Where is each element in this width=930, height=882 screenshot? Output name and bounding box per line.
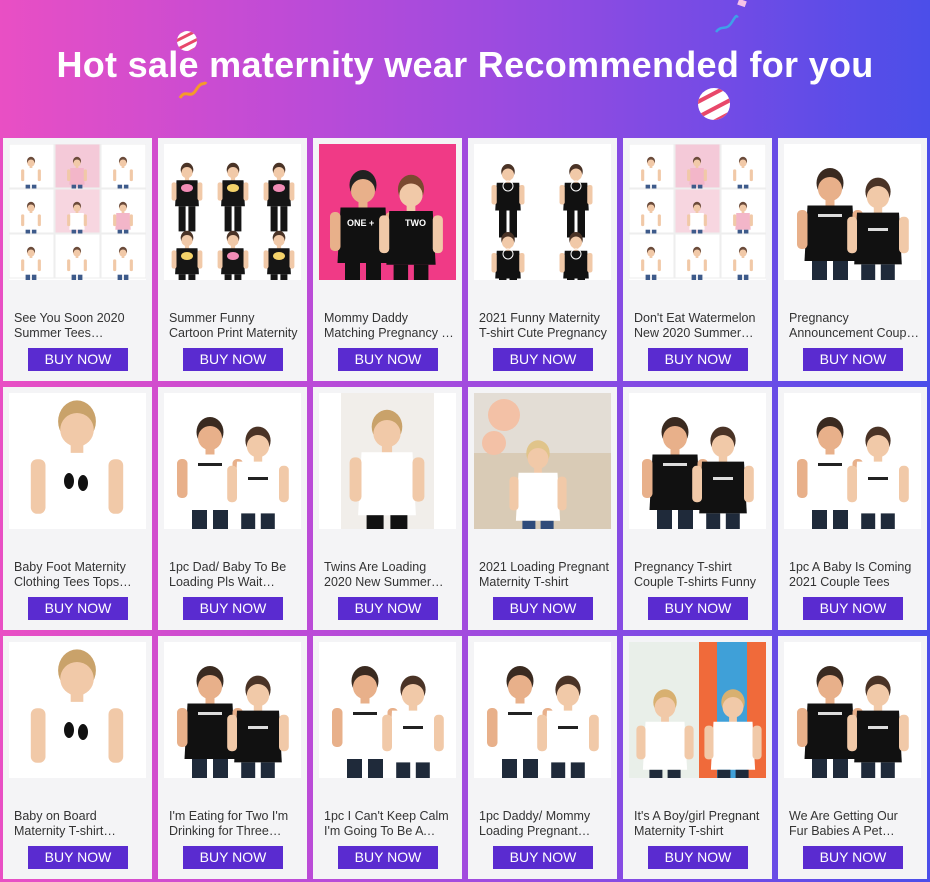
product-title[interactable]: 1pc Dad/ Baby To Be Loading Pls Wait Cou… <box>169 560 299 590</box>
buy-now-button[interactable]: BUY NOW <box>28 846 128 869</box>
buy-now-button[interactable]: BUY NOW <box>803 348 903 371</box>
product-title[interactable]: We Are Getting Our Fur Babies A Pet Mate… <box>789 809 919 839</box>
product-card[interactable]: 1pc I Can't Keep Calm I'm Going To Be A … <box>313 636 462 879</box>
product-image[interactable]: ONE + TWO <box>319 144 456 280</box>
buy-now-button[interactable]: BUY NOW <box>493 597 593 620</box>
product-title[interactable]: Summer Funny Cartoon Print Maternity <box>169 311 299 341</box>
product-image[interactable] <box>474 144 611 280</box>
product-card[interactable]: 2021 Loading Pregnant Maternity T-shirt B… <box>468 387 617 630</box>
product-image[interactable] <box>784 642 921 778</box>
product-card[interactable]: Summer Funny Cartoon Print Maternity BUY … <box>158 138 307 381</box>
buy-now-button[interactable]: BUY NOW <box>183 348 283 371</box>
product-title[interactable]: Baby Foot Maternity Clothing Tees Tops P… <box>14 560 144 590</box>
product-image[interactable] <box>164 393 301 529</box>
product-title[interactable]: I'm Eating for Two I'm Drinking for Thre… <box>169 809 299 839</box>
svg-text:ONE +: ONE + <box>347 218 374 228</box>
buy-now-button[interactable]: BUY NOW <box>493 348 593 371</box>
buy-now-button[interactable]: BUY NOW <box>183 846 283 869</box>
product-image[interactable] <box>319 393 456 529</box>
buy-now-button[interactable]: BUY NOW <box>338 846 438 869</box>
product-title[interactable]: 2021 Loading Pregnant Maternity T-shirt <box>479 560 609 590</box>
confetti-icon <box>737 0 747 8</box>
product-title[interactable]: Don't Eat Watermelon New 2020 Summer Tee… <box>634 311 764 341</box>
buy-now-button[interactable]: BUY NOW <box>338 348 438 371</box>
buy-now-button[interactable]: BUY NOW <box>648 846 748 869</box>
product-title[interactable]: Pregnancy Announcement Couple Tees <box>789 311 919 341</box>
product-card[interactable]: Twins Are Loading 2020 New Summer Tees BU… <box>313 387 462 630</box>
product-image[interactable] <box>474 642 611 778</box>
product-image[interactable] <box>474 393 611 529</box>
product-image[interactable] <box>9 393 146 529</box>
product-title[interactable]: Twins Are Loading 2020 New Summer Tees <box>324 560 454 590</box>
buy-now-button[interactable]: BUY NOW <box>493 846 593 869</box>
product-image[interactable] <box>164 144 301 280</box>
buy-now-button[interactable]: BUY NOW <box>803 846 903 869</box>
product-card[interactable]: Baby on Board Maternity T-shirt Pregnanc… <box>3 636 152 879</box>
product-image[interactable] <box>9 642 146 778</box>
product-card[interactable]: 1pc A Baby Is Coming 2021 Couple Tees BUY… <box>778 387 927 630</box>
product-card[interactable]: It's A Boy/girl Pregnant Maternity T-shi… <box>623 636 772 879</box>
banner-header: Hot sale maternity wear Recommended for … <box>0 0 930 135</box>
product-title[interactable]: 1pc A Baby Is Coming 2021 Couple Tees <box>789 560 919 590</box>
product-image[interactable] <box>784 393 921 529</box>
product-card[interactable]: Baby Foot Maternity Clothing Tees Tops P… <box>3 387 152 630</box>
buy-now-button[interactable]: BUY NOW <box>338 597 438 620</box>
product-card[interactable]: 2021 Funny Maternity T-shirt Cute Pregna… <box>468 138 617 381</box>
product-image[interactable] <box>784 144 921 280</box>
product-image[interactable] <box>9 144 146 280</box>
product-card[interactable]: Don't Eat Watermelon New 2020 Summer Tee… <box>623 138 772 381</box>
buy-now-button[interactable]: BUY NOW <box>28 597 128 620</box>
product-image[interactable] <box>629 144 766 280</box>
product-title[interactable]: 2021 Funny Maternity T-shirt Cute Pregna… <box>479 311 609 341</box>
product-title[interactable]: Pregnancy T-shirt Couple T-shirts Funny <box>634 560 764 590</box>
buy-now-button[interactable]: BUY NOW <box>803 597 903 620</box>
buy-now-button[interactable]: BUY NOW <box>183 597 283 620</box>
product-image[interactable] <box>164 642 301 778</box>
page-title: Hot sale maternity wear Recommended for … <box>56 44 874 85</box>
product-title[interactable]: Mommy Daddy Matching Pregnancy T-shirt <box>324 311 454 341</box>
product-title[interactable]: See You Soon 2020 Summer Tees Maternity <box>14 311 144 341</box>
buy-now-button[interactable]: BUY NOW <box>648 348 748 371</box>
ribbon-icon <box>715 14 739 33</box>
svg-text:TWO: TWO <box>405 218 426 228</box>
product-card[interactable]: 1pc Dad/ Baby To Be Loading Pls Wait Cou… <box>158 387 307 630</box>
product-image[interactable] <box>629 642 766 778</box>
product-card[interactable]: We Are Getting Our Fur Babies A Pet Mate… <box>778 636 927 879</box>
striped-ball-icon <box>698 88 730 120</box>
product-grid: See You Soon 2020 Summer Tees Maternity B… <box>3 138 927 879</box>
product-card[interactable]: Pregnancy Announcement Couple Tees BUY NO… <box>778 138 927 381</box>
product-card[interactable]: See You Soon 2020 Summer Tees Maternity B… <box>3 138 152 381</box>
product-card[interactable]: ONE + TWO Mommy Daddy Matching Pregnancy T… <box>313 138 462 381</box>
product-title[interactable]: 1pc Daddy/ Mommy Loading Pregnant Couple <box>479 809 609 839</box>
product-title[interactable]: It's A Boy/girl Pregnant Maternity T-shi… <box>634 809 764 839</box>
product-title[interactable]: 1pc I Can't Keep Calm I'm Going To Be A … <box>324 809 454 839</box>
product-card[interactable]: I'm Eating for Two I'm Drinking for Thre… <box>158 636 307 879</box>
product-card[interactable]: 1pc Daddy/ Mommy Loading Pregnant Couple… <box>468 636 617 879</box>
product-title[interactable]: Baby on Board Maternity T-shirt Pregnanc… <box>14 809 144 839</box>
product-image[interactable] <box>629 393 766 529</box>
product-image[interactable] <box>319 642 456 778</box>
product-card[interactable]: Pregnancy T-shirt Couple T-shirts Funny B… <box>623 387 772 630</box>
buy-now-button[interactable]: BUY NOW <box>28 348 128 371</box>
buy-now-button[interactable]: BUY NOW <box>648 597 748 620</box>
